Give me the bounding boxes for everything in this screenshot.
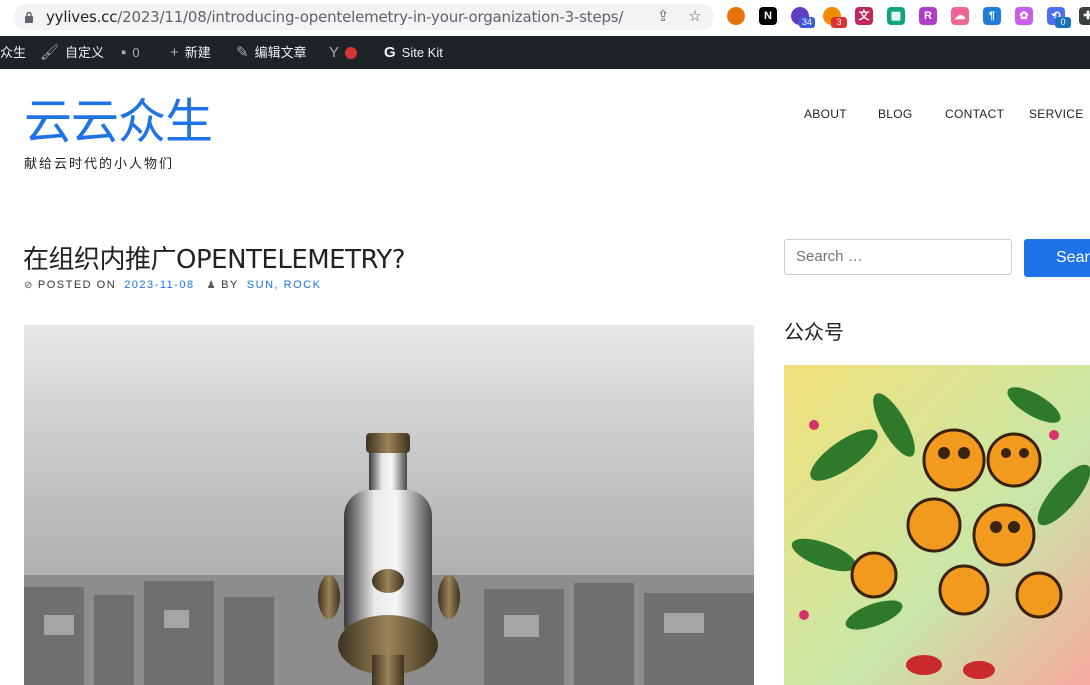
paperclip-icon: ⊘ (24, 279, 34, 291)
admin-comments-link[interactable]: ▪ 0 (121, 36, 140, 69)
notion-ext-icon[interactable]: N (759, 7, 777, 25)
url-text: yylives.cc/2023/11/08/introducing-opente… (46, 8, 623, 26)
site-tagline: 献给云时代的小人物们 (24, 156, 175, 171)
cloud-ext-icon[interactable]: ☁ (951, 7, 969, 25)
yoast-icon: Y (329, 44, 340, 61)
posted-on-label: POSTED ON (37, 279, 117, 291)
comment-icon: ▪ (121, 44, 127, 61)
admin-new-label: 新建 (184, 45, 211, 60)
admin-customize-link[interactable]: 🖌︎ 自定义 (40, 36, 104, 69)
url-path: /2023/11/08/introducing-opentelemetry-in… (117, 8, 624, 26)
wp-admin-bar: 众生 🖌︎ 自定义 ▪ 0 + 新建 ✎ 编辑文章 Y G Site Kit (0, 36, 1090, 69)
post-title: 在组织内推广OPENTELEMETRY? (23, 245, 406, 275)
admin-comments-count: 0 (132, 45, 140, 60)
by-label: BY (221, 279, 239, 291)
admin-customize-label: 自定义 (65, 45, 105, 60)
wechat-widget-title: 公众号 (784, 320, 844, 344)
wechat-qr-image (784, 365, 1090, 685)
brush-icon: 🖌︎ (40, 44, 60, 61)
puzzle-ext-icon[interactable]: ✚ (1079, 7, 1090, 25)
seo-status-dot (345, 46, 358, 59)
admin-edit-link[interactable]: ✎ 编辑文章 (236, 36, 307, 69)
lock-icon (25, 11, 33, 23)
nav-blog[interactable]: BLOG (878, 107, 913, 121)
site-title[interactable]: 云云众生 (24, 94, 213, 150)
nav-service[interactable]: SERVICE (1029, 107, 1084, 121)
sync-ext-badge: 0 (1055, 17, 1071, 28)
blue-ext-icon[interactable]: ¶ (983, 7, 1001, 25)
teal-ext-icon[interactable]: ▦ (887, 7, 905, 25)
post-meta: ⊘ POSTED ON 2023-11-08 ♟ BY SUN, ROCK (24, 279, 321, 291)
admin-sitekit-label: Site Kit (401, 45, 443, 60)
browser-toolbar: yylives.cc/2023/11/08/introducing-opente… (0, 0, 1090, 36)
bookmark-star-icon[interactable]: ☆ (686, 8, 704, 26)
nav-about[interactable]: ABOUT (804, 107, 847, 121)
url-host: yylives.cc (46, 8, 118, 26)
admin-site-link[interactable]: 众生 (0, 36, 26, 69)
address-bar[interactable]: yylives.cc/2023/11/08/introducing-opente… (14, 4, 714, 30)
admin-sitekit-link[interactable]: G Site Kit (384, 36, 443, 69)
user-icon: ♟ (206, 279, 218, 291)
grad-ext-badge: 34 (799, 17, 815, 28)
nav-contact[interactable]: CONTACT (945, 107, 1004, 121)
share-icon[interactable]: ⇪ (654, 8, 672, 26)
circle-ext-icon[interactable] (727, 7, 745, 25)
openai-ext-icon[interactable]: ✿ (1015, 7, 1033, 25)
plus-icon: + (170, 44, 179, 61)
admin-new-link[interactable]: + 新建 (170, 36, 211, 69)
google-icon: G (384, 44, 396, 61)
admin-yoast-link[interactable]: Y (329, 36, 358, 69)
author-link[interactable]: SUN, ROCK (247, 279, 322, 291)
admin-site-label: 众生 (0, 45, 27, 60)
search-button[interactable]: Search (1024, 239, 1090, 277)
admin-edit-label: 编辑文章 (254, 45, 307, 60)
search-input[interactable]: Search … (784, 239, 1012, 275)
translate-ext-icon[interactable]: 文 (855, 7, 873, 25)
featured-image-telescope (24, 325, 754, 685)
orange-ext-badge: 3 (831, 17, 847, 28)
post-date-link[interactable]: 2023-11-08 (124, 279, 194, 291)
pencil-icon: ✎ (236, 44, 249, 61)
purple-ext-icon[interactable]: R (919, 7, 937, 25)
